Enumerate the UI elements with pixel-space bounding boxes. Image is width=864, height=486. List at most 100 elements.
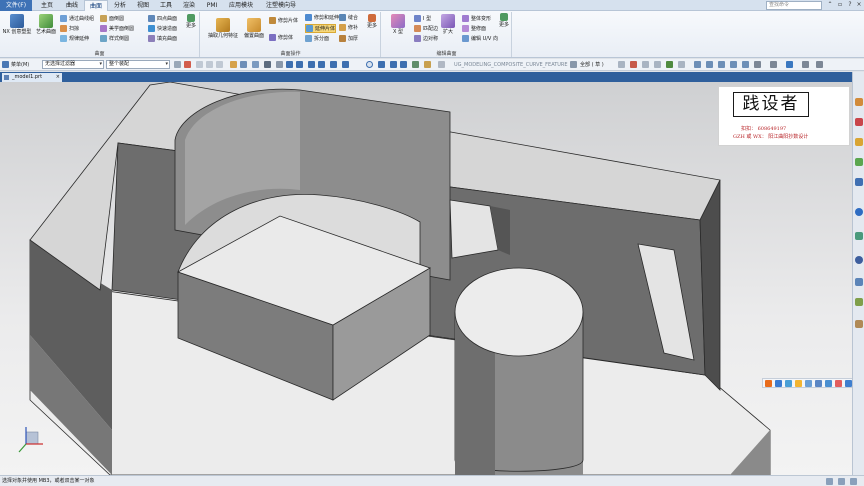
assembly-navigator-icon[interactable] [855, 118, 863, 126]
snap-point-icon[interactable] [276, 61, 283, 68]
edge-select-icon[interactable] [230, 61, 237, 68]
layer-icon[interactable] [770, 61, 777, 68]
status-icon-2[interactable] [838, 478, 845, 485]
system-scene-icon[interactable] [855, 298, 863, 306]
command-search-input[interactable]: 查找命令 [766, 1, 822, 10]
tab-applications[interactable]: 应用模块 [224, 0, 258, 11]
ime-settings-icon[interactable] [845, 380, 852, 387]
ime-mode-icon[interactable] [775, 380, 782, 387]
snap-center-icon[interactable] [366, 61, 373, 68]
edge-symmetry-button[interactable]: 边对称 [414, 35, 438, 44]
edit-uv-button[interactable]: 编辑 U/V 向 [462, 35, 498, 44]
thicken-button[interactable]: 加厚 [339, 35, 358, 44]
ime-logo-icon[interactable] [765, 380, 772, 387]
fill-surface-button[interactable]: 填充曲面 [148, 35, 177, 44]
reuse-library-icon[interactable] [855, 158, 863, 166]
filter-settings-icon[interactable] [570, 61, 577, 68]
document-tab-close[interactable]: × [56, 73, 60, 82]
selection-filter-dropdown[interactable]: 无选择过滤器 [42, 60, 104, 69]
tab-tools[interactable]: 工具 [155, 0, 177, 11]
enlarge-button[interactable]: 扩大 [438, 14, 458, 35]
snap-perpendicular-icon[interactable] [400, 61, 407, 68]
art-surface-button[interactable]: 艺术曲面 [34, 14, 58, 35]
menu-button[interactable]: 菜单(M) [11, 59, 29, 71]
web-browser-icon[interactable] [855, 178, 863, 186]
through-curves-button[interactable]: 通过曲线组 [60, 15, 94, 24]
extract-geometry-button[interactable]: 抽取几何特征 [203, 18, 243, 39]
trim-body-button[interactable]: 修剪体 [269, 34, 293, 43]
history-icon[interactable] [855, 208, 863, 216]
ime-keyboard-icon[interactable] [815, 380, 822, 387]
tab-mold-wizard[interactable]: 注塑模向导 [260, 0, 302, 11]
tab-home[interactable]: 主页 [35, 0, 59, 11]
print-icon[interactable] [855, 320, 863, 328]
process-studio-icon[interactable] [855, 232, 863, 240]
snap-tangent-icon[interactable] [342, 61, 349, 68]
part-navigator-icon[interactable] [855, 98, 863, 106]
snap-mid-icon[interactable] [296, 61, 303, 68]
assembly-scope-dropdown[interactable]: 整个装配 [106, 60, 170, 69]
ime-skin-icon[interactable] [825, 380, 832, 387]
deselect-icon[interactable] [184, 61, 191, 68]
view-tool-icon-6[interactable] [678, 61, 685, 68]
tab-file[interactable]: 文件(F) [0, 0, 32, 11]
x-form-button[interactable]: X 型 [386, 14, 410, 35]
match-edge-button[interactable]: 匹配边 [414, 25, 438, 34]
snap-bounded-icon[interactable] [424, 61, 431, 68]
view-tool-icon-5[interactable] [666, 61, 673, 68]
snap-intersection-icon[interactable] [390, 61, 397, 68]
tab-surface[interactable]: 曲面 [84, 0, 108, 11]
tab-view[interactable]: 视图 [132, 0, 154, 11]
work-layer-icon[interactable] [816, 61, 823, 68]
roles-icon[interactable] [855, 278, 863, 286]
view-tool-icon-2[interactable] [630, 61, 637, 68]
trim-extend-button[interactable]: 修剪和延伸 [305, 14, 339, 23]
status-icon-3[interactable] [850, 478, 857, 485]
fit-view-icon[interactable] [694, 61, 701, 68]
ime-emoji-icon[interactable] [795, 380, 802, 387]
view-tool-icon-3[interactable] [642, 61, 649, 68]
tab-analysis[interactable]: 分析 [109, 0, 131, 11]
help-icon[interactable]: ? [846, 1, 854, 9]
snap-face-icon[interactable] [412, 61, 419, 68]
feature-rule-icon[interactable] [206, 61, 213, 68]
nx-creative-button[interactable]: NX 创意塑型 [2, 14, 32, 35]
extend-sheet-button[interactable]: 延伸片体 [305, 24, 337, 33]
view-tool-icon-1[interactable] [618, 61, 625, 68]
tab-render[interactable]: 渲染 [178, 0, 200, 11]
ribbon-minimize-icon[interactable]: ⌃ [826, 1, 834, 9]
curve-rule-icon[interactable] [216, 61, 223, 68]
reshape-button[interactable]: 整修面 [462, 25, 486, 34]
rendering-style-icon[interactable] [754, 61, 761, 68]
sew-button[interactable]: 缝合 [339, 14, 358, 23]
trim-sheet-button[interactable]: 修剪片体 [269, 17, 298, 26]
edit-surface-more-button[interactable]: 更多 [496, 13, 512, 28]
menu-icon[interactable] [2, 61, 9, 68]
sweep-button[interactable]: 扫掠 [60, 25, 79, 34]
ime-voice-icon[interactable] [805, 380, 812, 387]
body-select-icon[interactable] [252, 61, 259, 68]
ime-tools-icon[interactable] [835, 380, 842, 387]
window-close-icon[interactable]: × [855, 1, 863, 9]
rotate-icon[interactable] [718, 61, 725, 68]
divide-face-button[interactable]: 拆分面 [305, 35, 329, 44]
view-tool-icon-4[interactable] [654, 61, 661, 68]
surface-ops-more-button[interactable]: 更多 [365, 14, 379, 29]
snap-spline-icon[interactable] [330, 61, 337, 68]
offset-surface-button[interactable]: 偏置曲面 [239, 18, 269, 39]
document-tab[interactable]: _model1.prt × [2, 73, 62, 82]
status-icon-1[interactable] [826, 478, 833, 485]
aesthetic-blend-button[interactable]: 美学面倒圆 [100, 25, 134, 34]
rapid-surfacing-button[interactable]: 快速造面 [148, 25, 177, 34]
snap-quadrant-icon[interactable] [378, 61, 385, 68]
surface-more-button[interactable]: 更多 [184, 14, 198, 29]
face-rule-icon[interactable] [196, 61, 203, 68]
tab-curve[interactable]: 曲线 [60, 0, 84, 11]
ime-punct-icon[interactable] [785, 380, 792, 387]
background-icon[interactable] [786, 61, 793, 68]
sheet-select-icon[interactable] [240, 61, 247, 68]
zoom-icon[interactable] [706, 61, 713, 68]
view-select-icon[interactable] [264, 61, 271, 68]
constraint-navigator-icon[interactable] [855, 138, 863, 146]
four-point-surface-button[interactable]: 四点曲面 [148, 15, 177, 24]
